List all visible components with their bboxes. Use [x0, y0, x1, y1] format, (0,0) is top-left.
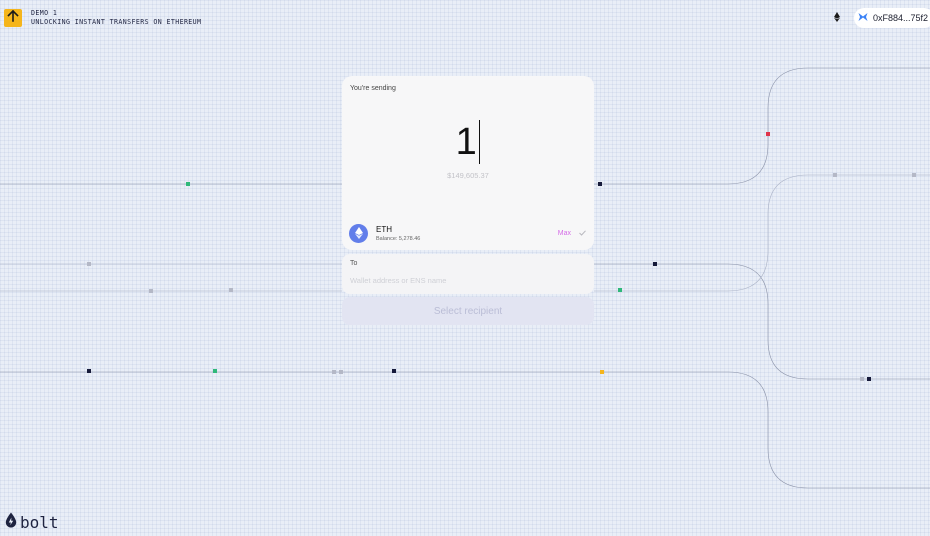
wallet-button[interactable]: 0xF884...75f2 — [854, 8, 930, 28]
send-card: You're sending 1 $149,605.37 ETH Balance… — [342, 76, 594, 250]
token-symbol: ETH — [376, 224, 392, 234]
node-dot — [332, 370, 336, 374]
brand-name: bolt — [20, 512, 59, 532]
node-dot — [867, 377, 871, 381]
node-dot — [213, 369, 217, 373]
node-dot — [87, 262, 91, 266]
node-dot — [653, 262, 657, 266]
node-dot — [87, 369, 91, 373]
node-dot — [598, 182, 602, 186]
demo-label: DEMO 1 — [31, 9, 58, 17]
token-balance: Balance: 5,278.46 — [376, 235, 421, 242]
node-dot — [339, 370, 343, 374]
recipient-label: To — [350, 260, 358, 267]
node-dot — [149, 289, 153, 293]
node-dot — [860, 377, 864, 381]
footer-brand: bolt — [5, 512, 59, 533]
sending-label: You're sending — [350, 85, 396, 92]
demo-header: DEMO 1 UNLOCKING INSTANT TRANSFERS ON ET… — [31, 9, 201, 27]
node-dot — [618, 288, 622, 292]
arrow-up-icon — [7, 9, 19, 27]
ethereum-icon — [349, 223, 368, 243]
node-dot — [833, 173, 837, 177]
bolt-drop-icon — [5, 512, 17, 533]
amount-input[interactable]: 1 — [342, 120, 594, 164]
node-dot — [766, 132, 770, 136]
select-recipient-button[interactable]: Select recipient — [342, 297, 594, 325]
app-logo[interactable] — [4, 9, 22, 27]
flow-line — [0, 371, 930, 489]
network-selector[interactable] — [833, 12, 841, 24]
check-icon — [579, 229, 586, 238]
wallet-icon — [858, 12, 868, 24]
token-info: ETH Balance: 5,278.46 — [376, 225, 420, 242]
ethereum-icon — [834, 9, 840, 27]
flow-line — [594, 263, 930, 380]
flow-line — [594, 67, 930, 185]
node-dot — [229, 288, 233, 292]
token-selector[interactable]: ETH Balance: 5,278.46 Max — [349, 222, 586, 244]
text-caret — [478, 120, 481, 164]
flow-line — [594, 174, 930, 292]
usd-value: $149,605.37 — [447, 171, 489, 180]
recipient-card: To — [342, 254, 594, 294]
demo-tagline: UNLOCKING INSTANT TRANSFERS ON ETHEREUM — [31, 18, 202, 26]
node-dot — [912, 173, 916, 177]
amount-value: 1 — [455, 121, 477, 163]
recipient-address-input[interactable] — [350, 273, 580, 287]
node-dot — [186, 182, 190, 186]
node-dot — [600, 370, 604, 374]
node-dot — [392, 369, 396, 373]
max-button[interactable]: Max — [558, 230, 571, 237]
wallet-address: 0xF884...75f2 — [873, 13, 929, 23]
